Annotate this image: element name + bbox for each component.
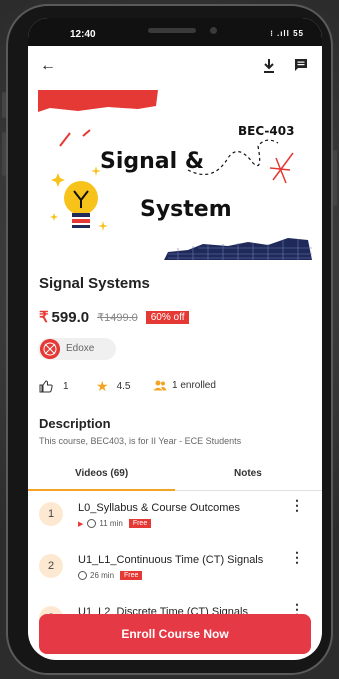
download-icon[interactable] [262, 58, 276, 74]
video-item[interactable]: 1 L0_Syllabus & Course Outcomes ▶ 11 min… [28, 492, 322, 548]
video-item[interactable]: 2 U1_L1_Continuous Time (CT) Signals 26 … [28, 544, 322, 600]
video-meta: 26 min Free [78, 571, 143, 580]
likes-stat[interactable]: 1 [39, 380, 69, 393]
more-options-icon[interactable]: ⋮ [290, 550, 304, 564]
content-tabs: Videos (69) Notes [28, 456, 322, 491]
likes-count: 1 [63, 381, 69, 392]
banner-red-stripe [38, 90, 158, 112]
video-index: 1 [39, 502, 63, 526]
status-time: 12:40 [70, 29, 96, 40]
speaker-notch [148, 28, 196, 33]
video-duration: 11 min [99, 519, 123, 528]
enroll-button[interactable]: Enroll Course Now [39, 614, 311, 654]
banner-grid-pattern [164, 238, 312, 260]
enrolled-count: 1 enrolled [172, 380, 216, 391]
clock-icon [87, 519, 97, 528]
rating-stat: ★ 4.5 [96, 378, 131, 394]
discount-badge: 60% off [145, 310, 190, 324]
video-title: U1_L1_Continuous Time (CT) Signals [78, 554, 264, 566]
banner-code: BEC-403 [238, 124, 294, 138]
clock-icon [78, 571, 87, 580]
provider-logo-icon [40, 339, 60, 359]
play-icon: ▶ [78, 520, 84, 528]
tab-notes[interactable]: Notes [234, 468, 262, 479]
free-badge: Free [120, 571, 143, 580]
status-icons: ⁝ .ıll 55 [270, 29, 304, 38]
notes-icon[interactable] [294, 58, 308, 72]
currency-symbol: ₹ [39, 309, 49, 326]
phone-side-button [2, 92, 6, 118]
status-bar: 12:40 ⁝ .ıll 55 [28, 18, 322, 46]
course-title: Signal Systems [39, 275, 150, 292]
stats-row: 1 ★ 4.5 1 enrolled [39, 378, 309, 396]
more-options-icon[interactable]: ⋮ [290, 602, 304, 616]
phone-side-button [333, 150, 337, 206]
camera-dot [210, 27, 217, 34]
provider-name: Edoxe [66, 343, 95, 354]
tab-videos[interactable]: Videos (69) [75, 468, 128, 479]
banner-title-line2: System [140, 197, 232, 222]
users-icon [153, 380, 167, 391]
video-title: L0_Syllabus & Course Outcomes [78, 502, 241, 514]
enrolled-stat: 1 enrolled [153, 380, 216, 391]
provider-chip[interactable]: Edoxe [38, 338, 116, 360]
star-icon: ★ [96, 378, 109, 394]
video-index: 2 [39, 554, 63, 578]
course-banner: Signal & System BEC-403 [28, 88, 322, 266]
banner-spark [269, 152, 294, 184]
free-badge: Free [128, 519, 152, 528]
price-row: ₹ 599.0 ₹1499.0 60% off [39, 308, 190, 326]
current-price: 599.0 [51, 308, 90, 326]
more-options-icon[interactable]: ⋮ [290, 498, 304, 512]
thumbs-up-icon [39, 380, 53, 393]
original-price: ₹1499.0 [97, 311, 138, 324]
phone-side-button [2, 132, 6, 176]
back-arrow-icon[interactable]: ← [40, 58, 56, 74]
rating-value: 4.5 [116, 380, 131, 392]
description-heading: Description [39, 416, 111, 431]
lightbulb-icon [50, 166, 108, 231]
app-screen: 12:40 ⁝ .ıll 55 ← Signal & System BEC-40… [28, 18, 322, 660]
description-text: This course, BEC403, is for II Year - EC… [39, 436, 242, 446]
banner-dashes [59, 129, 91, 147]
top-app-bar: ← [28, 46, 322, 86]
video-duration: 26 min [90, 571, 115, 580]
video-meta: ▶ 11 min Free [78, 519, 152, 528]
active-tab-indicator [28, 489, 175, 491]
